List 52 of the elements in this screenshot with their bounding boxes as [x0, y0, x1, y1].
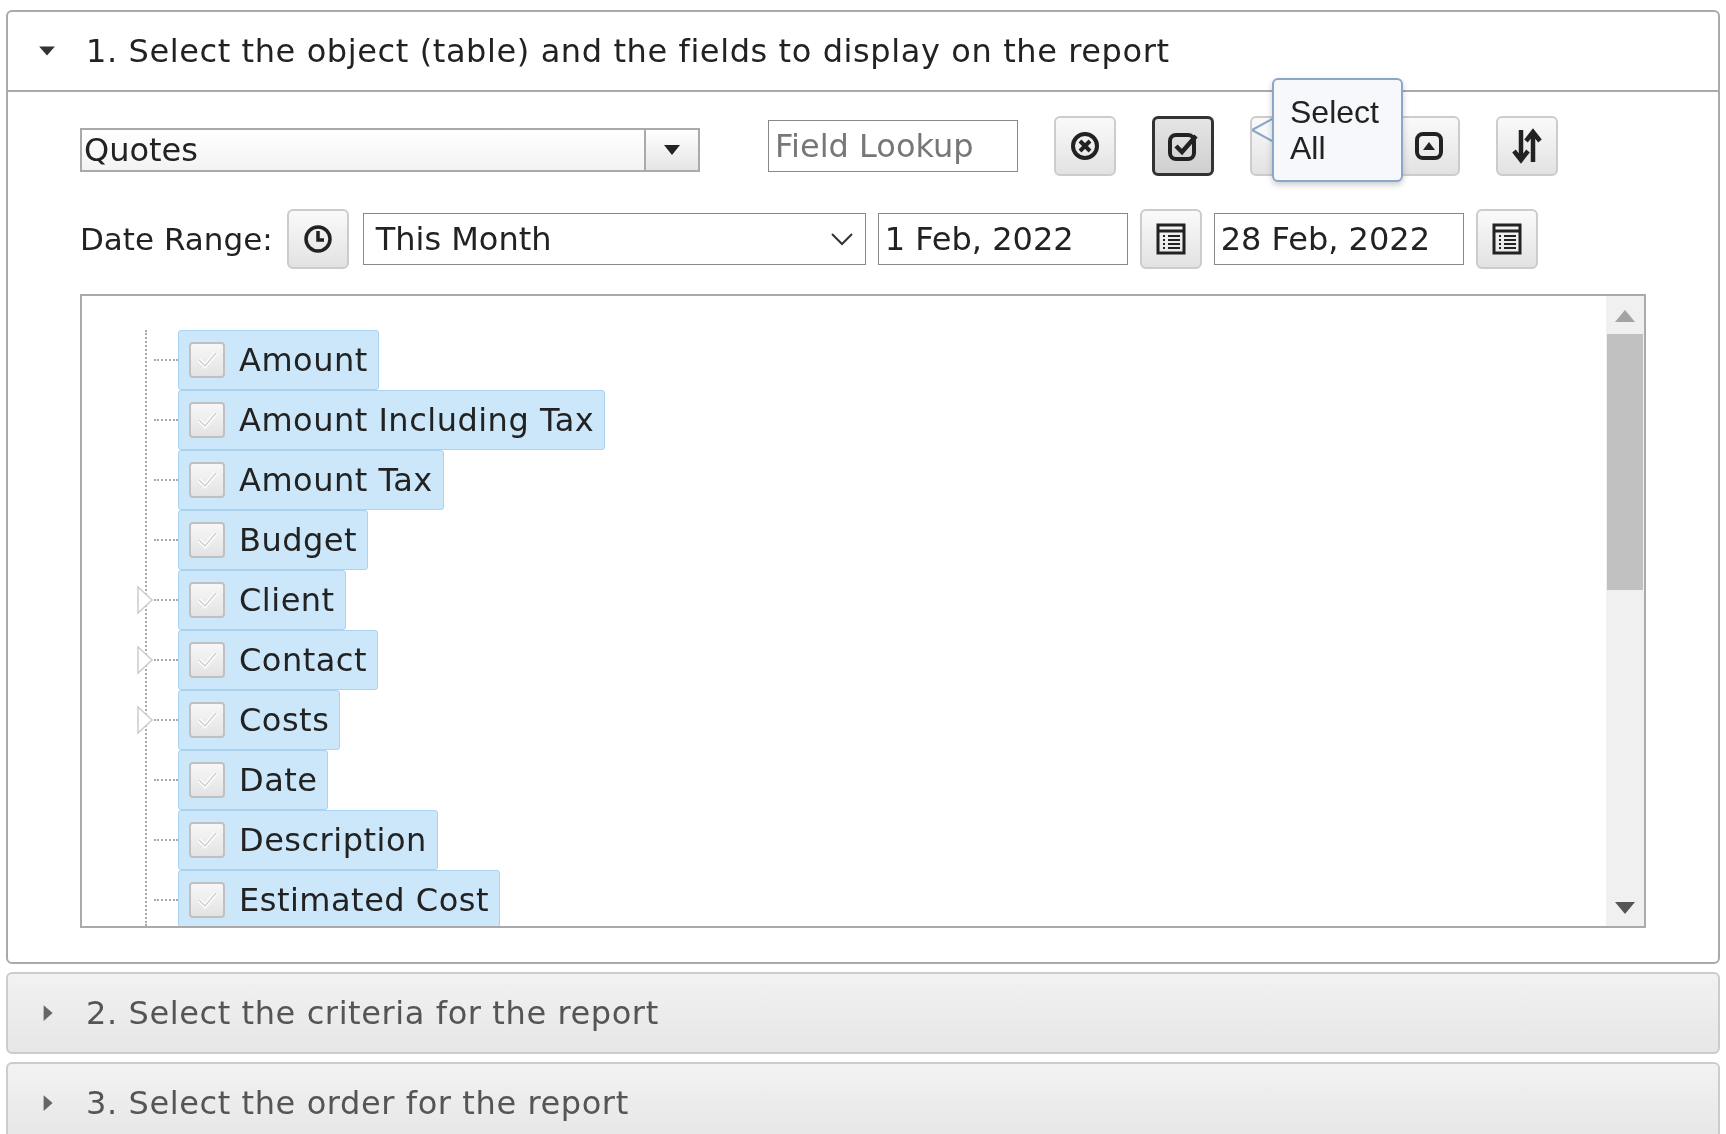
accordion-header[interactable]: 2. Select the criteria for the report	[8, 974, 1718, 1052]
checkbox[interactable]	[189, 582, 225, 618]
field-item[interactable]: Client	[178, 570, 346, 630]
field-item[interactable]: Amount Tax	[178, 450, 444, 510]
field-item[interactable]: Description	[178, 810, 438, 870]
sort-icon	[1511, 128, 1543, 164]
collapse-icon	[1413, 130, 1445, 162]
field-item[interactable]: Contact	[178, 630, 378, 690]
accordion-header[interactable]: 3. Select the order for the report	[8, 1064, 1718, 1134]
field-item[interactable]: Amount Including Tax	[178, 390, 606, 450]
checkbox[interactable]	[189, 522, 225, 558]
clock-icon	[301, 223, 334, 255]
chevron-down-icon	[830, 232, 853, 246]
date-range-button[interactable]	[286, 209, 349, 269]
field-item[interactable]: Date	[178, 750, 329, 810]
expand-arrow-icon[interactable]	[136, 585, 154, 615]
date-range-label: Date Range:	[80, 221, 273, 257]
dropdown-arrow-icon	[664, 145, 680, 155]
checkbox[interactable]	[189, 762, 225, 798]
field-item[interactable]: Amount	[178, 330, 379, 390]
calendar-button[interactable]	[1475, 209, 1538, 269]
expand-arrow-icon[interactable]	[136, 645, 154, 675]
scrollbar[interactable]	[1606, 296, 1644, 926]
scrollbar-thumb[interactable]	[1607, 334, 1643, 590]
checkbox[interactable]	[189, 642, 225, 678]
start-date-field[interactable]: 1 Feb, 2022	[877, 213, 1128, 265]
period-dropdown[interactable]: This Month	[362, 213, 866, 265]
end-date-field[interactable]: 28 Feb, 2022	[1213, 213, 1464, 265]
expand-arrow-icon[interactable]	[136, 705, 154, 735]
select-all-tooltip: Select All	[1272, 78, 1403, 182]
list-calendar-icon	[1491, 223, 1522, 255]
clear-button[interactable]	[1054, 116, 1116, 176]
field-item[interactable]: Budget	[178, 510, 369, 570]
field-item[interactable]: Costs	[178, 690, 341, 750]
sort-button[interactable]	[1496, 116, 1558, 176]
select-all-button[interactable]	[1152, 116, 1214, 176]
field-item[interactable]: Estimated Cost	[178, 870, 500, 926]
field-lookup-input[interactable]: Field Lookup	[768, 120, 1018, 172]
clear-icon	[1069, 130, 1101, 162]
calendar-button[interactable]	[1139, 209, 1202, 269]
checkbox-tick-icon	[1167, 130, 1199, 162]
scroll-down-icon[interactable]	[1615, 902, 1635, 914]
tooltip-pointer-icon	[1252, 118, 1274, 142]
scroll-up-icon[interactable]	[1615, 310, 1635, 322]
checkbox[interactable]	[189, 882, 225, 918]
list-calendar-icon	[1155, 223, 1186, 255]
checkbox[interactable]	[189, 342, 225, 378]
checkbox[interactable]	[189, 822, 225, 858]
checkbox[interactable]	[189, 462, 225, 498]
checkbox[interactable]	[189, 402, 225, 438]
object-dropdown[interactable]: Quotes	[80, 128, 700, 172]
checkbox[interactable]	[189, 702, 225, 738]
